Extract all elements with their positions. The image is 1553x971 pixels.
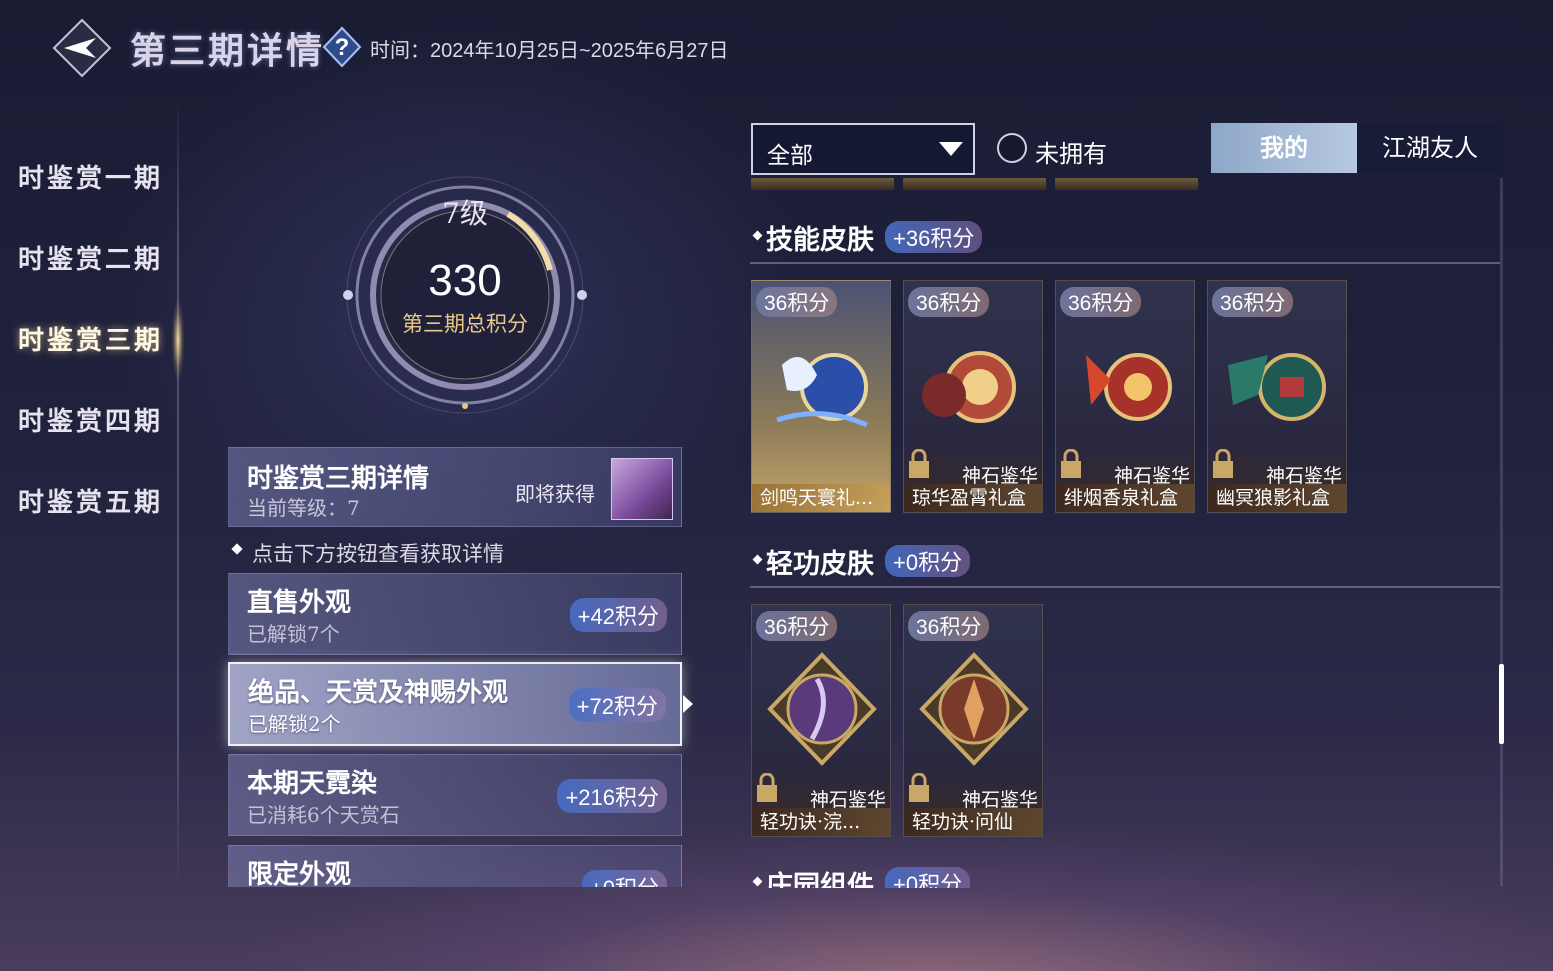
help-button[interactable]: ? xyxy=(322,26,362,68)
chevron-down-icon xyxy=(939,142,963,156)
appearance-card[interactable]: 36积分 神石鉴华 绯烟香泉礼盒 xyxy=(1055,280,1195,513)
hint-bullet-icon xyxy=(231,543,243,555)
appearance-card[interactable]: 36积分 剑鸣天寰礼... xyxy=(751,280,891,513)
dancer-medallion-icon xyxy=(762,649,882,769)
detail-level: 当前等级：7 xyxy=(247,496,360,520)
filter-dropdown[interactable]: 全部 xyxy=(751,123,975,175)
category-points-badge: +216积分 xyxy=(557,779,667,813)
category-title: 限定外观 xyxy=(247,860,352,887)
category-title: 绝品、天赏及神赐外观 xyxy=(248,678,509,708)
section-title: 庄园组件 xyxy=(766,871,874,888)
category-subtitle: 已解锁7个 xyxy=(247,622,340,646)
nav-item-period-5[interactable]: 时鉴赏五期 xyxy=(18,482,163,519)
period-label: 时间：2024年10月25日~2025年6月27日 xyxy=(370,40,729,62)
category-limited[interactable]: 限定外观 +0积分 xyxy=(228,845,682,887)
score-level: 7级 xyxy=(442,197,488,230)
wolf-artwork-icon xyxy=(1218,325,1338,445)
score-caption: 第三期总积分 xyxy=(402,312,528,336)
nav-item-period-3[interactable]: 时鉴赏三期 xyxy=(18,320,163,357)
section-points-badge: +36积分 xyxy=(885,221,983,253)
category-premium-appearance[interactable]: 绝品、天赏及神赐外观 已解锁2个 +72积分 xyxy=(228,662,682,746)
scrollbar-thumb[interactable] xyxy=(1499,664,1504,744)
section-divider xyxy=(750,262,1500,264)
scrollbar-track[interactable] xyxy=(1500,178,1503,886)
upcoming-reward-label: 即将获得 xyxy=(515,482,595,506)
card-name: 绯烟香泉礼盒 xyxy=(1056,484,1194,512)
category-direct-sale[interactable]: 直售外观 已解锁7个 +42积分 xyxy=(228,573,682,655)
card-points-badge: 36积分 xyxy=(1212,287,1294,317)
section-title: 技能皮肤 xyxy=(766,225,874,256)
back-arrow-icon xyxy=(52,18,112,78)
card-points-badge: 36积分 xyxy=(756,611,838,641)
card-points-badge: 36积分 xyxy=(756,287,838,317)
section-bullet-icon xyxy=(752,230,763,241)
card-name: 轻功诀·问仙 xyxy=(904,808,1042,836)
detail-title: 时鉴赏三期详情 xyxy=(247,464,430,494)
appearance-card[interactable]: 36积分 神石鉴华 轻功诀·浣... xyxy=(751,604,891,837)
lock-icon xyxy=(756,772,778,803)
nav-item-period-2[interactable]: 时鉴赏二期 xyxy=(18,239,163,276)
appearance-card[interactable]: 36积分 神石鉴华 轻功诀·问仙 xyxy=(903,604,1043,837)
category-title: 本期天霓染 xyxy=(247,769,378,799)
back-button[interactable] xyxy=(52,18,112,78)
flower-artwork-icon xyxy=(914,325,1034,445)
score-value: 330 xyxy=(428,256,502,305)
card-name: 轻功诀·浣... xyxy=(752,808,890,836)
category-dye[interactable]: 本期天霓染 已消耗6个天赏石 +216积分 xyxy=(228,754,682,836)
hint-text: 点击下方按钮查看获取详情 xyxy=(252,542,504,566)
section-bullet-icon xyxy=(752,876,763,887)
card-cut-off xyxy=(1055,178,1198,190)
tab-friends[interactable]: 江湖友人 xyxy=(1357,123,1503,173)
period-detail-box[interactable]: 时鉴赏三期详情 当前等级：7 即将获得 xyxy=(228,447,682,527)
appearance-card[interactable]: 36积分 神石鉴华 琼华盈霄礼盒 xyxy=(903,280,1043,513)
nav-item-period-4[interactable]: 时鉴赏四期 xyxy=(18,401,163,438)
card-name: 琼华盈霄礼盒 xyxy=(904,484,1042,512)
card-points-badge: 36积分 xyxy=(908,287,990,317)
svg-text:?: ? xyxy=(335,34,350,61)
lock-icon xyxy=(1060,448,1082,479)
card-cut-off xyxy=(751,178,894,190)
upcoming-reward-thumbnail[interactable] xyxy=(611,458,673,520)
card-points-badge: 36积分 xyxy=(908,611,990,641)
category-subtitle: 已解锁2个 xyxy=(248,712,341,736)
phoenix-artwork-icon xyxy=(762,325,882,445)
unowned-label[interactable]: 未拥有 xyxy=(1035,134,1107,169)
tab-mine[interactable]: 我的 xyxy=(1211,123,1357,173)
section-points-badge: +0积分 xyxy=(885,867,971,888)
category-points-badge: +72积分 xyxy=(568,688,666,722)
section-bullet-icon xyxy=(752,554,763,565)
nav-item-period-1[interactable]: 时鉴赏一期 xyxy=(18,158,163,195)
lock-icon xyxy=(908,448,930,479)
fox-artwork-icon xyxy=(1066,325,1186,445)
lock-icon xyxy=(908,772,930,803)
question-diamond-icon: ? xyxy=(322,26,362,68)
card-points-badge: 36积分 xyxy=(1060,287,1142,317)
nav-divider xyxy=(177,90,179,890)
unowned-radio[interactable] xyxy=(997,133,1027,163)
section-title: 轻功皮肤 xyxy=(766,549,874,580)
category-points-badge: +0积分 xyxy=(581,870,667,887)
immortal-medallion-icon xyxy=(914,649,1034,769)
card-cut-off xyxy=(903,178,1046,190)
appearance-list[interactable]: 技能皮肤 +36积分 36积分 剑鸣天寰礼... 36积分 神石鉴华 琼华盈霄礼 xyxy=(748,178,1508,888)
card-name: 剑鸣天寰礼... xyxy=(752,484,890,512)
nav-active-indicator xyxy=(172,300,184,380)
section-points-badge: +0积分 xyxy=(885,545,971,577)
page-title: 第三期详情 xyxy=(130,30,326,72)
section-divider xyxy=(750,586,1500,588)
lock-icon xyxy=(1212,448,1234,479)
category-subtitle: 已消耗6个天赏石 xyxy=(247,803,400,827)
selected-arrow-icon xyxy=(683,695,693,713)
appearance-card[interactable]: 36积分 神石鉴华 幽冥狼影礼盒 xyxy=(1207,280,1347,513)
category-title: 直售外观 xyxy=(247,588,352,618)
filter-selected-value: 全部 xyxy=(767,143,813,169)
card-name: 幽冥狼影礼盒 xyxy=(1208,484,1346,512)
category-points-badge: +42积分 xyxy=(569,598,667,632)
